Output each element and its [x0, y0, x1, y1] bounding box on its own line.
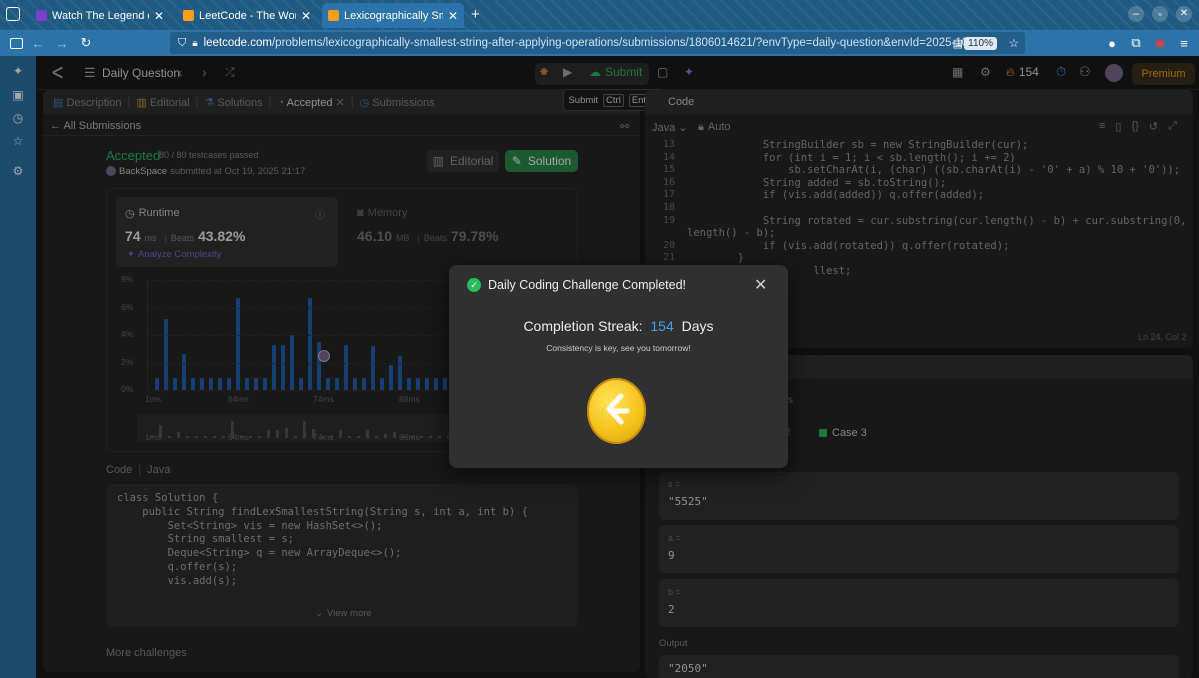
- close-icon[interactable]: ✕: [154, 9, 164, 23]
- new-tab-icon[interactable]: +: [471, 6, 480, 23]
- daily-challenge-modal: ✓ Daily Coding Challenge Completed! ✕ Co…: [449, 265, 788, 468]
- account-icon[interactable]: ●: [1102, 33, 1122, 53]
- window-close-icon[interactable]: ✕: [1176, 6, 1192, 22]
- tab-title: Lexicographically Smallest: [344, 9, 443, 22]
- completion-streak: Completion Streak: 154 Days: [449, 318, 788, 334]
- back-arrow-icon[interactable]: ←: [28, 33, 48, 53]
- browser-tab-3-active[interactable]: Lexicographically Smallest ✕: [322, 3, 464, 28]
- tab-favicon-icon: [36, 10, 47, 21]
- sidebar-toggle-icon[interactable]: [6, 33, 26, 53]
- tab-title: LeetCode - The World's Lea: [199, 9, 296, 22]
- leetcode-coin-logo-icon: [606, 393, 630, 425]
- check-circle-icon: ✓: [467, 278, 481, 292]
- streak-value: 154: [650, 318, 674, 334]
- tab-overview-icon[interactable]: [6, 7, 20, 21]
- tab-title: Watch The Legend of Hang: [52, 9, 149, 22]
- reload-icon[interactable]: ↻: [76, 33, 96, 53]
- close-icon[interactable]: ✕: [448, 9, 458, 23]
- extensions-icon[interactable]: ⧉: [1126, 33, 1146, 53]
- url-path: /problems/lexicographically-smallest-str…: [271, 37, 985, 49]
- bookmark-star-icon[interactable]: ☆: [1009, 36, 1019, 50]
- zoom-badge[interactable]: 110%: [964, 36, 997, 50]
- shield-icon: ⛉: [178, 36, 187, 49]
- reader-mode-icon[interactable]: ▤: [953, 37, 963, 50]
- browser-tab-bar: Watch The Legend of Hang ✕ LeetCode - Th…: [0, 0, 1199, 30]
- menu-icon[interactable]: ≡: [1174, 33, 1194, 53]
- streak-unit: Days: [681, 318, 714, 334]
- streak-label: Completion Streak:: [523, 318, 643, 334]
- close-icon[interactable]: ✕: [301, 9, 311, 23]
- tab-favicon-icon: [328, 10, 339, 21]
- url-host: leetcode.com: [203, 37, 272, 49]
- modal-title: Daily Coding Challenge Completed!: [488, 278, 687, 292]
- forward-arrow-icon[interactable]: →: [52, 33, 72, 53]
- extension-badge-icon[interactable]: ◉: [1150, 33, 1170, 53]
- browser-tab-2[interactable]: LeetCode - The World's Lea ✕: [177, 3, 317, 28]
- gold-coin-icon: [587, 378, 646, 444]
- close-icon[interactable]: ✕: [754, 275, 767, 295]
- tab-favicon-icon: [183, 10, 194, 21]
- lock-icon: 🔒︎: [192, 37, 198, 49]
- maximize-icon[interactable]: ▫: [1152, 6, 1168, 22]
- browser-toolbar: ← → ↻ ⛉ 🔒︎ leetcode.com/problems/lexicog…: [0, 30, 1199, 56]
- browser-tab-1[interactable]: Watch The Legend of Hang ✕: [30, 3, 170, 28]
- minimize-icon[interactable]: –: [1128, 6, 1144, 22]
- address-bar[interactable]: ⛉ 🔒︎ leetcode.com/problems/lexicographic…: [170, 32, 1025, 54]
- modal-subtitle: Consistency is key, see you tomorrow!: [546, 343, 691, 353]
